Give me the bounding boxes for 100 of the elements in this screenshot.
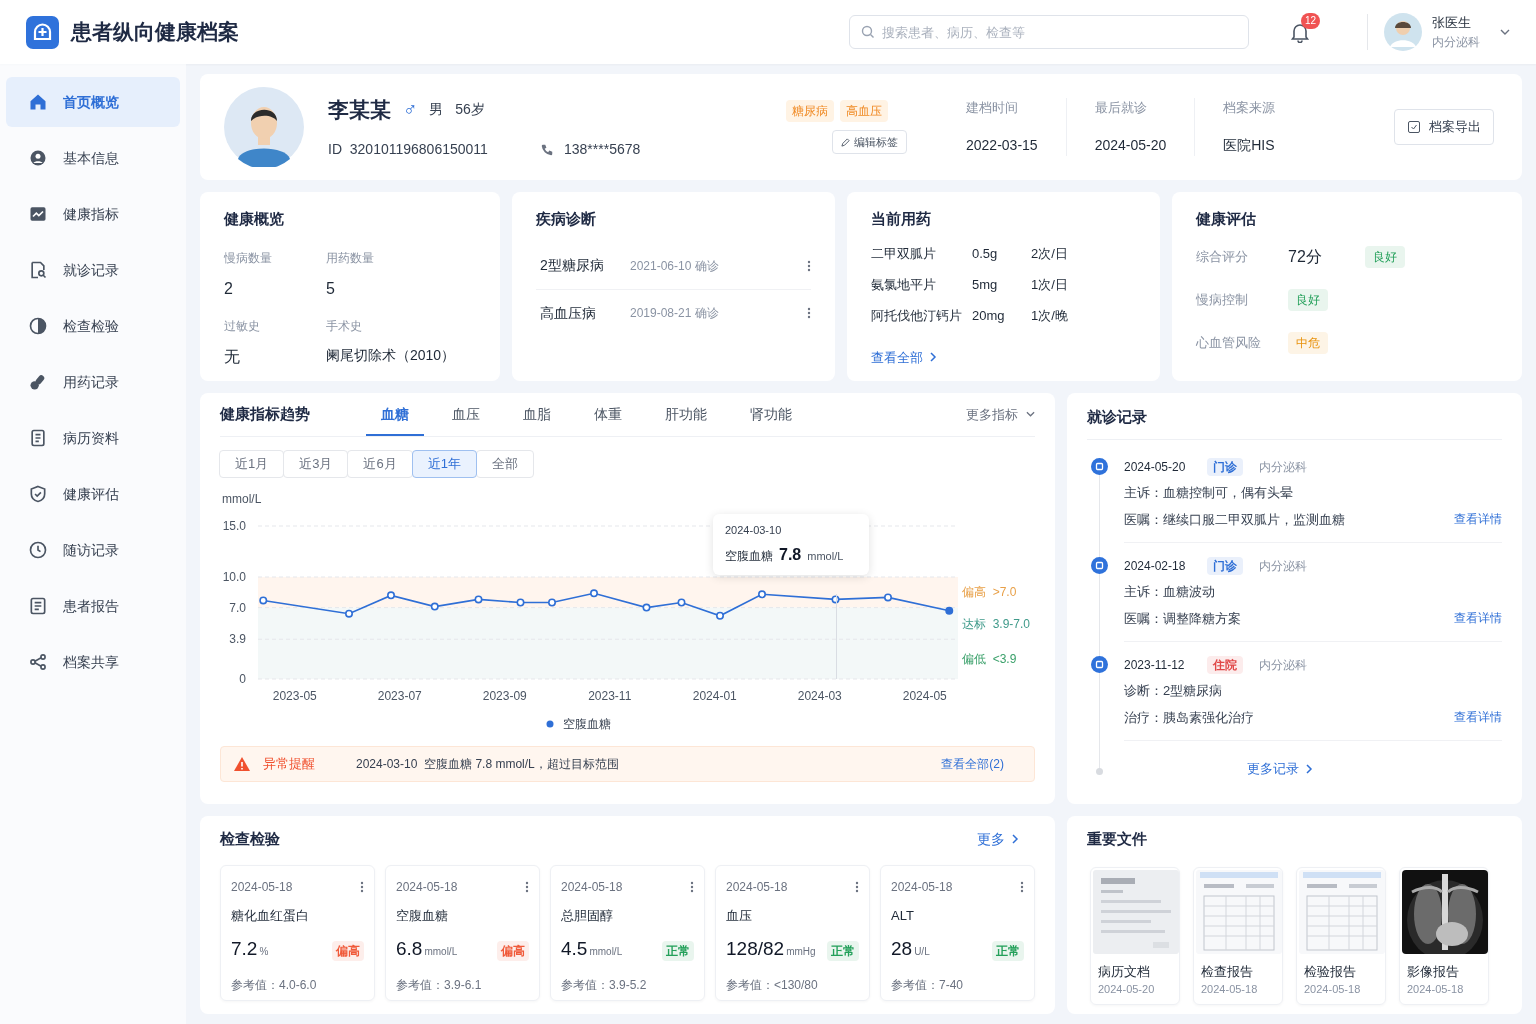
sidebar-item[interactable]: 病历资料 (6, 413, 180, 463)
range-button[interactable]: 近1年 (411, 450, 477, 478)
view-all-link[interactable]: 查看全部(2) (941, 755, 1004, 773)
status-badge: 中危 (1288, 331, 1328, 354)
status-badge: 正常 (992, 941, 1024, 961)
axis-label: 2023-09 (482, 689, 527, 703)
export-button[interactable]: 档案导出 (1394, 109, 1494, 145)
visit-detail: 诊断：2型糖尿病 (1124, 682, 1223, 700)
metric-tab[interactable]: 体重 (579, 394, 637, 436)
metric-tab[interactable]: 肾功能 (735, 394, 807, 436)
sidebar-item[interactable]: 健康评估 (6, 469, 180, 519)
lab-date: 2024-05-18 (396, 878, 458, 896)
stat-value: 无 (224, 346, 241, 367)
visit-type-badge: 门诊 (1207, 458, 1243, 476)
user-department: 内分泌科 (1432, 33, 1480, 51)
person-icon (28, 148, 48, 168)
axis-label: 0 (239, 672, 246, 686)
reference-range: 参考值：3.9-6.1 (396, 976, 483, 994)
metric-tab[interactable]: 血压 (437, 394, 495, 436)
status-badge: 良好 (1288, 288, 1328, 311)
metric-tab[interactable]: 血脂 (508, 394, 566, 436)
data-point (474, 595, 483, 604)
view-details-link[interactable]: 查看详情 (1454, 609, 1502, 628)
lab-date: 2024-05-18 (561, 878, 623, 896)
diagnosis-date: 2021-06-10 确诊 (630, 257, 719, 275)
more-icon[interactable] (525, 880, 529, 893)
range-label: 偏高 >7.0 (962, 585, 1017, 600)
view-details-link[interactable]: 查看详情 (1454, 510, 1502, 529)
avatar-icon (224, 87, 304, 167)
chevron-down-icon[interactable] (1500, 29, 1510, 35)
fact-label: 档案来源 (1223, 98, 1276, 117)
axis-label: 3.9 (229, 632, 246, 647)
search-icon (861, 25, 875, 39)
gender-symbol: ♂ (403, 97, 418, 122)
phone-icon (540, 142, 554, 157)
stat-label: 慢病数量 (224, 249, 273, 267)
document-tile[interactable]: 病历文档 2024-05-20 (1090, 866, 1180, 1005)
sidebar-item[interactable]: 检查检验 (6, 301, 180, 351)
stat-value: 阑尾切除术（2010） (326, 345, 457, 365)
legend-label: 空腹血糖 (563, 717, 611, 731)
chevron-right-icon (1011, 834, 1019, 845)
lab-value: 7.2 (231, 937, 258, 961)
sidebar-item[interactable]: 健康指标 (6, 189, 180, 239)
more-icon[interactable] (807, 307, 811, 319)
avatar-icon[interactable] (1384, 13, 1422, 51)
visit-date: 2024-02-18 (1124, 558, 1187, 575)
lab-unit: mmHg (786, 945, 816, 959)
more-icon[interactable] (855, 880, 859, 893)
drug-frequency: 1次/晚 (1031, 307, 1068, 326)
document-tile[interactable]: 检验报告 2024-05-18 (1296, 866, 1386, 1005)
fact-value: 2024-05-20 (1094, 136, 1167, 156)
metric-tab[interactable]: 血糖 (366, 394, 424, 436)
lab-date: 2024-05-18 (231, 878, 293, 896)
status-badge: 偏高 (497, 941, 529, 961)
more-link[interactable]: 更多 (977, 828, 1019, 850)
data-point (884, 593, 892, 602)
assessment-label: 综合评分 (1196, 247, 1249, 266)
status-badge: 偏高 (332, 941, 364, 961)
sidebar-item[interactable]: 就诊记录 (6, 245, 180, 295)
metric-tab[interactable]: 肝功能 (650, 394, 722, 436)
diagnosis-date: 2019-08-21 确诊 (630, 305, 719, 322)
more-metrics-dropdown[interactable]: 更多指标 (966, 404, 1035, 436)
sidebar-item[interactable]: 基本信息 (6, 133, 180, 183)
logo-icon (26, 15, 59, 49)
more-icon[interactable] (360, 880, 364, 893)
lab-name: ALT (891, 906, 915, 925)
document-name: 影像报告 (1407, 962, 1460, 981)
sidebar-item[interactable]: 首页概览 (6, 77, 180, 127)
search-field[interactable]: 搜索患者、病历、检查等 (849, 15, 1249, 49)
stat-label: 过敏史 (224, 317, 261, 335)
sidebar-item[interactable]: 档案共享 (6, 637, 180, 687)
lab-value: 128/82 (726, 937, 785, 961)
patient-id: ID 320101196806150011 (328, 140, 489, 160)
more-icon[interactable] (1020, 880, 1024, 893)
lab-name: 总胆固醇 (561, 906, 614, 925)
document-name: 病历文档 (1098, 962, 1151, 981)
document-tile[interactable]: 影像报告 2024-05-18 (1399, 866, 1489, 1005)
axis-label: 2024-03 (797, 689, 842, 703)
patient-age: 56岁 (455, 100, 485, 119)
view-all-link[interactable]: 查看全部 (871, 347, 937, 367)
sidebar-item[interactable]: 患者报告 (6, 581, 180, 631)
more-icon[interactable] (690, 880, 694, 893)
stat-value: 5 (326, 278, 336, 299)
view-details-link[interactable]: 查看详情 (1454, 708, 1502, 727)
drug-frequency: 2次/日 (1031, 245, 1068, 264)
sidebar-item[interactable]: 用药记录 (6, 357, 180, 407)
stat-value: 2 (224, 278, 234, 299)
more-icon[interactable] (807, 259, 811, 272)
drug-name: 阿托伐他汀钙片 (871, 307, 963, 326)
document-tile[interactable]: 检查报告 2024-05-18 (1193, 866, 1283, 1005)
axis-label: 7.0 (229, 600, 246, 615)
edit-tags-button[interactable]: 编辑标签 (832, 130, 907, 154)
visit-icon (1091, 458, 1108, 475)
warning-icon (233, 756, 251, 772)
fact-value: 2022-03-15 (966, 136, 1038, 156)
more-records-link[interactable]: 更多记录 (1246, 759, 1313, 779)
axis-label: 15.0 (222, 519, 246, 533)
card-title: 就诊记录 (1087, 406, 1147, 427)
sidebar-item[interactable]: 随访记录 (6, 525, 180, 575)
lab-date: 2024-05-18 (726, 878, 788, 896)
